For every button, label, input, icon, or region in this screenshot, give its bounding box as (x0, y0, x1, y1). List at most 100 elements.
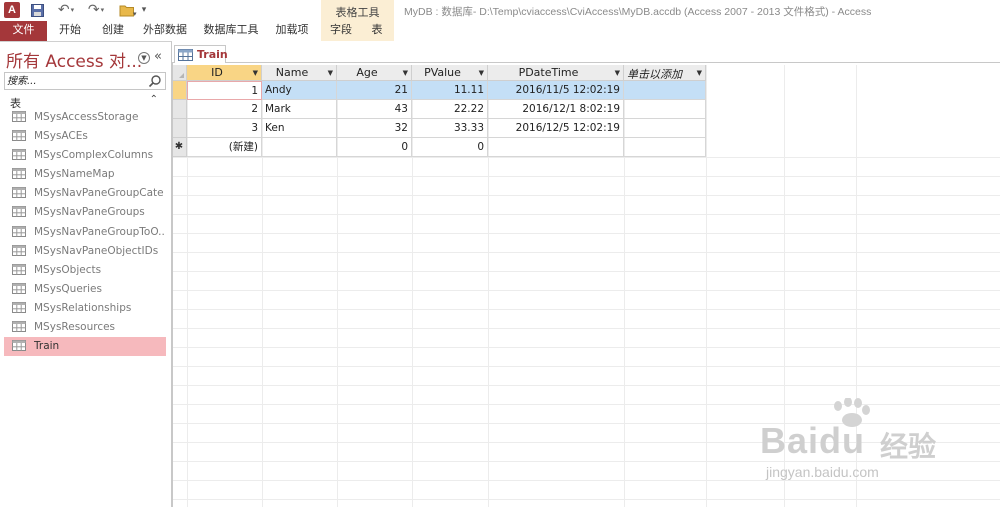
nav-item[interactable]: MSysAccessStorage (4, 108, 166, 127)
cell-pdatetime-new[interactable] (488, 138, 624, 157)
tab-external-data[interactable]: 外部数据 (137, 21, 193, 41)
tab-fields[interactable]: 字段 (322, 21, 360, 41)
sort-filter-arrow-icon[interactable]: ▼ (697, 69, 702, 77)
cell-pvalue[interactable]: 22.22 (412, 100, 488, 119)
table-icon (12, 168, 26, 182)
cell-id[interactable]: 2 (187, 100, 262, 119)
cell-pvalue[interactable]: 11.11 (412, 81, 488, 100)
cell-pvalue[interactable]: 33.33 (412, 119, 488, 138)
table-icon (12, 187, 26, 201)
nav-item-label: MSysResources (34, 321, 116, 334)
sort-filter-arrow-icon[interactable]: ▼ (328, 69, 333, 77)
svg-text:▾: ▾ (133, 10, 137, 17)
nav-item[interactable]: MSysNavPaneObjectIDs (4, 242, 166, 261)
record-selector[interactable] (172, 119, 187, 138)
nav-item[interactable]: MSysRelationships (4, 299, 166, 318)
nav-item-label: MSysRelationships (34, 301, 132, 314)
tab-table[interactable]: 表 (362, 21, 392, 41)
cell-id[interactable]: 1 (187, 81, 262, 100)
sort-filter-arrow-icon[interactable]: ▼ (403, 69, 408, 77)
cell-add[interactable] (624, 81, 706, 100)
nav-pane-title[interactable]: 所有 Access 对... (6, 47, 142, 72)
nav-item[interactable]: MSysQueries (4, 280, 166, 299)
column-header-pdatetime[interactable]: PDateTime ▼ (488, 65, 624, 81)
watermark-brand-bai: Bai (760, 420, 820, 461)
cell-pdatetime[interactable]: 2016/12/1 8:02:19 (488, 100, 624, 119)
gridline (172, 157, 1000, 158)
nav-item[interactable]: MSysNameMap (4, 165, 166, 184)
cell-age-new[interactable]: 0 (337, 138, 412, 157)
column-header-click-to-add[interactable]: 单击以添加 ▼ (624, 65, 706, 81)
undo-icon[interactable]: ↶ ▾ (55, 2, 77, 18)
tab-home[interactable]: 开始 (50, 21, 90, 41)
cell-age[interactable]: 43 (337, 100, 412, 119)
sort-filter-arrow-icon[interactable]: ▼ (615, 69, 620, 77)
open-folder-icon[interactable]: ▾ (117, 2, 139, 18)
new-record-marker-icon[interactable]: ✱ (172, 138, 187, 157)
cell-id-new[interactable]: (新建) (187, 138, 262, 157)
nav-object-list: MSysAccessStorage MSysACEs MSysComplexColu… (4, 108, 166, 357)
customize-qat-icon[interactable]: ▾ (140, 2, 148, 18)
cell-pdatetime[interactable]: 2016/11/5 12:02:19 (488, 81, 624, 100)
nav-item[interactable]: MSysNavPaneGroupToO... (4, 223, 166, 242)
search-input[interactable] (7, 74, 147, 88)
nav-item-label: MSysNameMap (34, 168, 115, 181)
column-header-label: PDateTime (518, 66, 579, 79)
cell-name[interactable]: Mark (262, 100, 337, 119)
record-selector[interactable] (172, 100, 187, 119)
title-bar: A ↶ ▾ ↷ ▾ ▾ ▾ 表格工具 MyDB : 数据库- D:\Temp\cvi… (0, 0, 1000, 41)
redo-icon[interactable]: ↷ ▾ (85, 2, 107, 18)
tab-file[interactable]: 文件 (0, 21, 47, 41)
select-all-button[interactable] (172, 65, 187, 81)
cell-id[interactable]: 3 (187, 119, 262, 138)
navigation-pane: 所有 Access 对... ▼ « 表 ⌃ MSysAccessStorage… (0, 41, 172, 507)
table-icon (12, 321, 26, 335)
collapse-group-icon[interactable]: ⌃ (150, 94, 158, 105)
table-icon (12, 301, 26, 316)
nav-item[interactable]: MSysResources (4, 318, 166, 337)
gridline (172, 385, 1000, 386)
column-header-name[interactable]: Name ▼ (262, 65, 337, 81)
nav-item-label: MSysACEs (34, 130, 88, 143)
cell-add[interactable] (624, 119, 706, 138)
record-selector[interactable] (172, 81, 187, 100)
column-header-pvalue[interactable]: PValue ▼ (412, 65, 488, 81)
nav-item[interactable]: MSysComplexColumns (4, 146, 166, 165)
cell-age[interactable]: 21 (337, 81, 412, 100)
chevron-down-icon[interactable]: ▼ (138, 52, 150, 64)
baidu-jingyan-watermark: Baidu 经验 jingyan.baidu.com (760, 398, 990, 498)
tab-add-ins[interactable]: 加载项 (271, 21, 313, 41)
cell-name[interactable]: Andy (262, 81, 337, 100)
sort-filter-arrow-icon[interactable]: ▼ (253, 69, 258, 77)
document-tab-train[interactable]: Train (174, 45, 228, 63)
cell-name-new[interactable] (262, 138, 337, 157)
access-app-icon[interactable]: A (4, 2, 20, 18)
cell-pvalue-new[interactable]: 0 (412, 138, 488, 157)
search-icon[interactable] (148, 74, 162, 88)
nav-item[interactable]: MSysNavPaneGroups (4, 203, 166, 222)
nav-item[interactable]: Train (4, 337, 166, 357)
save-icon[interactable] (30, 2, 44, 18)
window-title: MyDB : 数据库- D:\Temp\cviaccess\CviAccess\… (404, 6, 872, 18)
column-header-age[interactable]: Age ▼ (337, 65, 412, 81)
sort-filter-arrow-icon[interactable]: ▼ (479, 69, 484, 77)
column-header-id[interactable]: ID ▼ (187, 65, 262, 81)
cell-age[interactable]: 32 (337, 119, 412, 138)
table-icon (12, 244, 26, 259)
tab-database-tools[interactable]: 数据库工具 (198, 21, 264, 41)
gridline (172, 366, 1000, 367)
table-icon (12, 149, 26, 163)
collapse-pane-icon[interactable]: « (154, 49, 162, 64)
nav-item[interactable]: MSysObjects (4, 261, 166, 280)
nav-item[interactable]: MSysACEs (4, 127, 166, 146)
watermark-jingyan: 经验 (880, 430, 937, 463)
cell-name[interactable]: Ken (262, 119, 337, 138)
cell-add-new[interactable] (624, 138, 706, 157)
nav-item-label: MSysNavPaneGroupCate... (34, 187, 164, 200)
nav-item-label: MSysNavPaneGroups (34, 206, 145, 219)
gridline (172, 233, 1000, 234)
nav-item[interactable]: MSysNavPaneGroupCate... (4, 184, 166, 203)
tab-create[interactable]: 创建 (94, 21, 132, 41)
cell-add[interactable] (624, 100, 706, 119)
cell-pdatetime[interactable]: 2016/12/5 12:02:19 (488, 119, 624, 138)
